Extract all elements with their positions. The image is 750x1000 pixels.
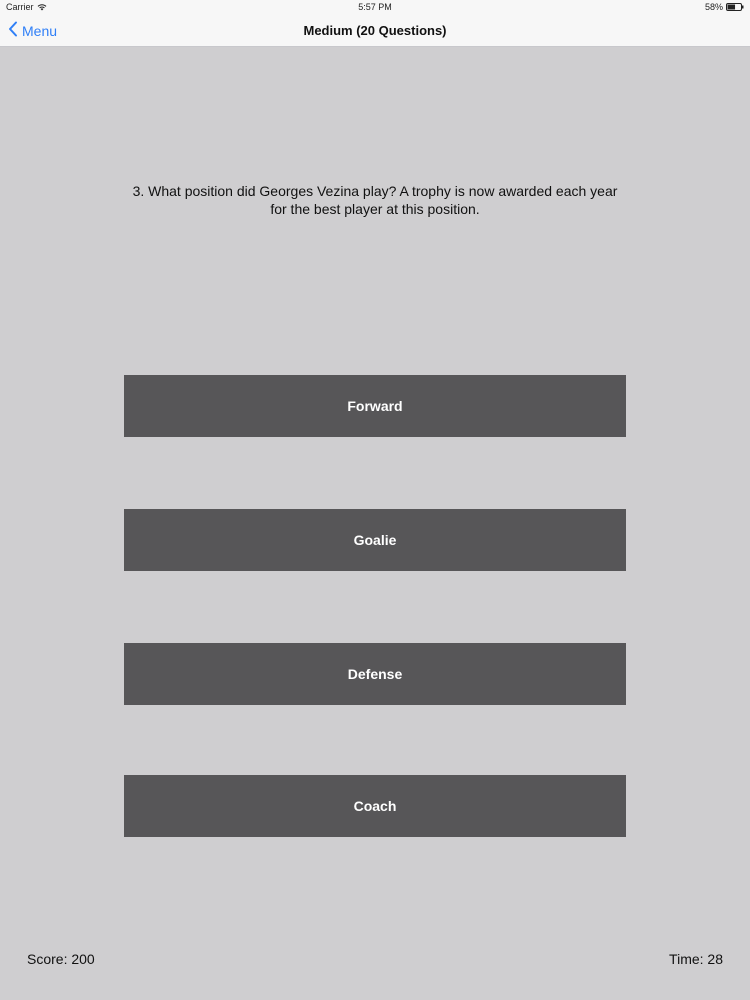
status-bar: Carrier 5:57 PM 58% bbox=[0, 0, 750, 15]
nav-bar: Menu Medium (20 Questions) bbox=[0, 15, 750, 47]
battery-icon bbox=[726, 3, 744, 11]
status-right: 58% bbox=[705, 2, 744, 12]
battery-percent: 58% bbox=[704, 2, 723, 12]
status-time: 5:57 PM bbox=[358, 2, 392, 12]
timer-label: Time: 28 bbox=[669, 951, 723, 967]
question-text: 3. What position did Georges Vezina play… bbox=[132, 183, 618, 217]
answer-button-forward[interactable]: Forward bbox=[124, 375, 626, 437]
answer-button-goalie[interactable]: Goalie bbox=[124, 509, 626, 571]
page-title: Medium (20 Questions) bbox=[303, 23, 447, 38]
score-label: Score: 200 bbox=[27, 951, 95, 967]
answer-button-defense[interactable]: Defense bbox=[124, 643, 626, 705]
answer-button-coach[interactable]: Coach bbox=[124, 775, 626, 837]
